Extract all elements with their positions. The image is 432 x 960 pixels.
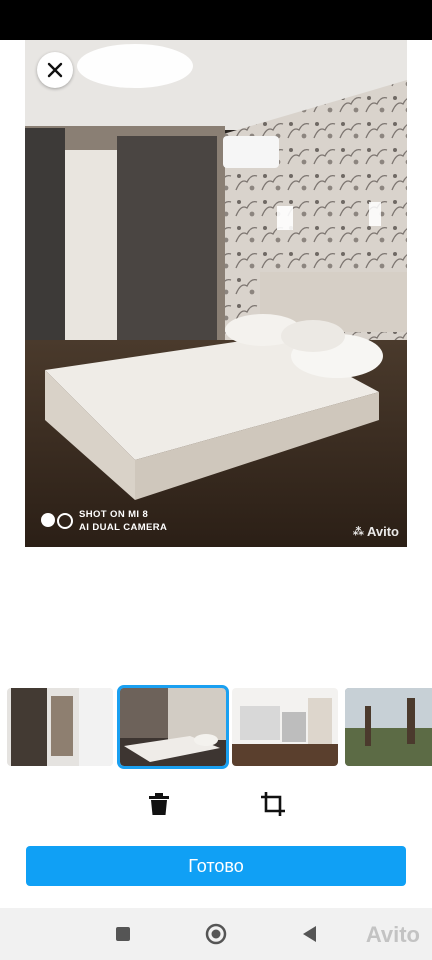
yard-image: [345, 688, 432, 766]
trash-icon: [149, 793, 169, 815]
thumbnail-bedroom[interactable]: [117, 685, 229, 769]
action-bar: [0, 788, 432, 822]
thumbnail-strip: [0, 685, 432, 769]
photo-watermark-text: Avito: [366, 524, 399, 539]
done-button[interactable]: Готово: [26, 846, 406, 886]
nav-home-button[interactable]: [204, 922, 228, 946]
hallway-image: [7, 688, 113, 766]
bedroom-photo: [25, 40, 407, 547]
camera-line-2: AI DUAL CAMERA: [79, 522, 168, 533]
kitchen-image: [232, 688, 338, 766]
thumbnail-hallway[interactable]: [7, 688, 113, 766]
nav-watermark: Avito: [365, 922, 420, 947]
nav-back-button[interactable]: [297, 922, 321, 946]
photo-watermark: ⁂ Avito: [353, 524, 399, 539]
thumbnail-kitchen[interactable]: [232, 688, 338, 766]
main-photo: SHOT ON MI 8 AI DUAL CAMERA ⁂ Avito: [25, 40, 407, 547]
crop-icon: [261, 792, 285, 816]
camera-dots: [41, 513, 73, 529]
camera-line-1: SHOT ON MI 8: [79, 509, 149, 520]
delete-button[interactable]: [143, 788, 175, 820]
avito-logo-icon: ⁂: [352, 526, 364, 538]
nav-recents-button[interactable]: [111, 922, 135, 946]
bedroom-thumb-image: [120, 688, 226, 766]
system-nav-bar: Avito: [0, 908, 432, 960]
close-button[interactable]: [37, 52, 73, 88]
triangle-icon: [303, 926, 316, 942]
crop-button[interactable]: [257, 788, 289, 820]
square-icon: [116, 927, 130, 941]
close-icon: [47, 62, 63, 78]
camera-watermark: SHOT ON MI 8 AI DUAL CAMERA: [41, 508, 167, 534]
status-bar: [0, 0, 432, 40]
circle-icon: [205, 923, 227, 945]
thumbnail-yard[interactable]: [345, 688, 432, 766]
